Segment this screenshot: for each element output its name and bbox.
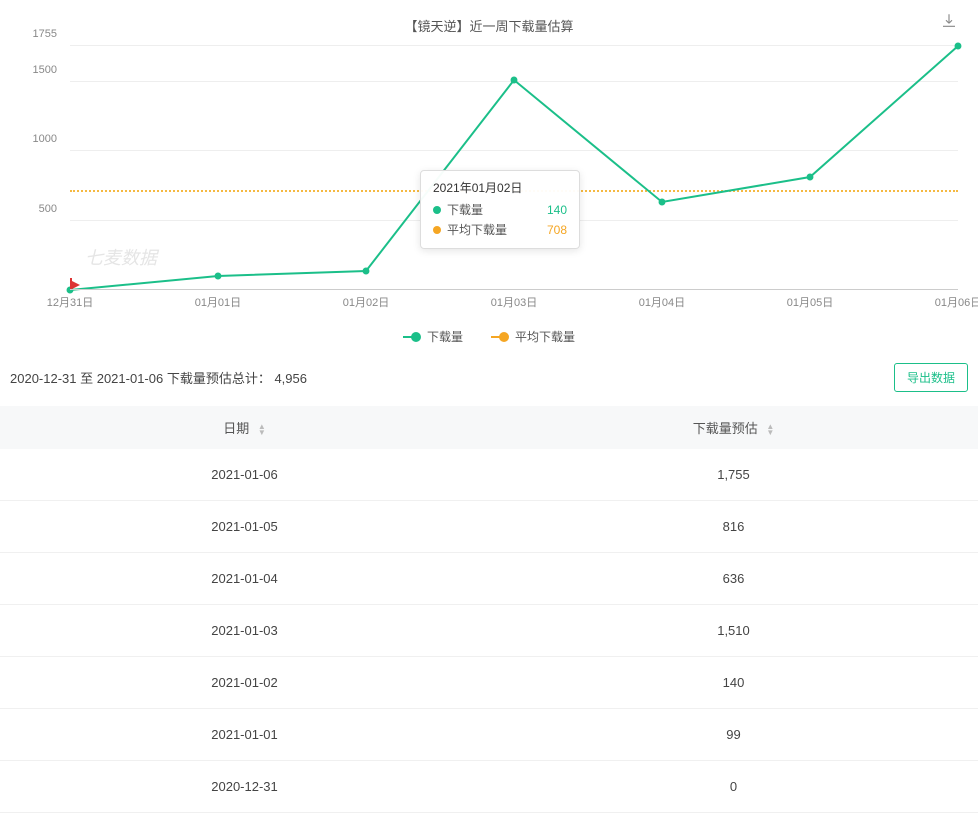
table-row: 2021-01-031,510 — [0, 605, 978, 657]
y-tick: 1500 — [33, 64, 57, 76]
cell-date: 2021-01-05 — [0, 501, 489, 553]
cell-value: 140 — [489, 657, 978, 709]
summary-row: 2020-12-31 至 2021-01-06 下载量预估总计： 4,956 导… — [0, 359, 978, 406]
chart-tooltip: 2021年01月02日 下载量 140 平均下载量 708 — [420, 170, 580, 249]
cell-date: 2020-12-31 — [0, 761, 489, 813]
chart-legend: 下载量 平均下载量 — [0, 320, 978, 359]
chart-panel: 【镜天逆】近一周下载量估算 1755 1500 1000 500 七麦数据 — [0, 0, 978, 359]
chart-title: 【镜天逆】近一周下载量估算 — [404, 16, 573, 35]
x-label: 01月06日 — [935, 294, 978, 310]
tooltip-label: 下载量 — [447, 200, 541, 220]
cell-date: 2021-01-01 — [0, 709, 489, 761]
data-table: 日期 ▲▼ 下载量预估 ▲▼ 2021-01-061,7552021-01-05… — [0, 406, 978, 813]
x-label: 01月02日 — [343, 294, 389, 310]
line-chart-svg — [70, 40, 958, 290]
legend-label: 平均下载量 — [515, 328, 575, 345]
summary-total: 4,956 — [274, 371, 307, 386]
export-data-button[interactable]: 导出数据 — [894, 363, 968, 392]
cell-value: 636 — [489, 553, 978, 605]
x-label: 01月04日 — [639, 294, 685, 310]
y-tick: 1755 — [33, 28, 57, 40]
x-label: 12月31日 — [47, 294, 93, 310]
x-label: 01月05日 — [787, 294, 833, 310]
sort-icon[interactable]: ▲▼ — [766, 424, 774, 436]
y-tick: 1000 — [33, 133, 57, 145]
table-row: 2021-01-05816 — [0, 501, 978, 553]
x-axis — [70, 289, 958, 290]
cell-value: 816 — [489, 501, 978, 553]
table-row: 2021-01-061,755 — [0, 449, 978, 501]
chart-plot-area[interactable]: 1755 1500 1000 500 七麦数据 — [10, 40, 968, 320]
download-icon[interactable] — [940, 12, 958, 35]
tooltip-dot-icon — [433, 226, 441, 234]
x-label: 01月03日 — [491, 294, 537, 310]
cell-date: 2021-01-02 — [0, 657, 489, 709]
table-row: 2021-01-02140 — [0, 657, 978, 709]
tooltip-value: 708 — [547, 220, 567, 240]
sort-icon[interactable]: ▲▼ — [258, 424, 266, 436]
cell-value: 0 — [489, 761, 978, 813]
tooltip-label: 平均下载量 — [447, 220, 541, 240]
table-header-value[interactable]: 下载量预估 ▲▼ — [489, 406, 978, 449]
table-row: 2021-01-0199 — [0, 709, 978, 761]
table-header-date[interactable]: 日期 ▲▼ — [0, 406, 489, 449]
cell-value: 1,510 — [489, 605, 978, 657]
tooltip-row: 平均下载量 708 — [433, 220, 567, 240]
x-axis-labels: 12月31日 01月01日 01月02日 01月03日 01月04日 01月05… — [70, 294, 958, 312]
tooltip-dot-icon — [433, 206, 441, 214]
tooltip-title: 2021年01月02日 — [433, 179, 567, 196]
cell-value: 99 — [489, 709, 978, 761]
tooltip-row: 下载量 140 — [433, 200, 567, 220]
table-row: 2021-01-04636 — [0, 553, 978, 605]
y-tick: 500 — [39, 203, 57, 215]
legend-item-average[interactable]: 平均下载量 — [491, 328, 575, 345]
cell-date: 2021-01-06 — [0, 449, 489, 501]
legend-label: 下载量 — [427, 328, 463, 345]
cell-value: 1,755 — [489, 449, 978, 501]
table-row: 2020-12-310 — [0, 761, 978, 813]
x-label: 01月01日 — [195, 294, 241, 310]
tooltip-value: 140 — [547, 200, 567, 220]
cell-date: 2021-01-03 — [0, 605, 489, 657]
legend-item-downloads[interactable]: 下载量 — [403, 328, 463, 345]
legend-dot-icon — [411, 332, 421, 342]
y-axis: 1755 1500 1000 500 — [10, 40, 65, 290]
cell-date: 2021-01-04 — [0, 553, 489, 605]
legend-dot-icon — [499, 332, 509, 342]
summary-text: 2020-12-31 至 2021-01-06 下载量预估总计： 4,956 — [10, 368, 307, 387]
